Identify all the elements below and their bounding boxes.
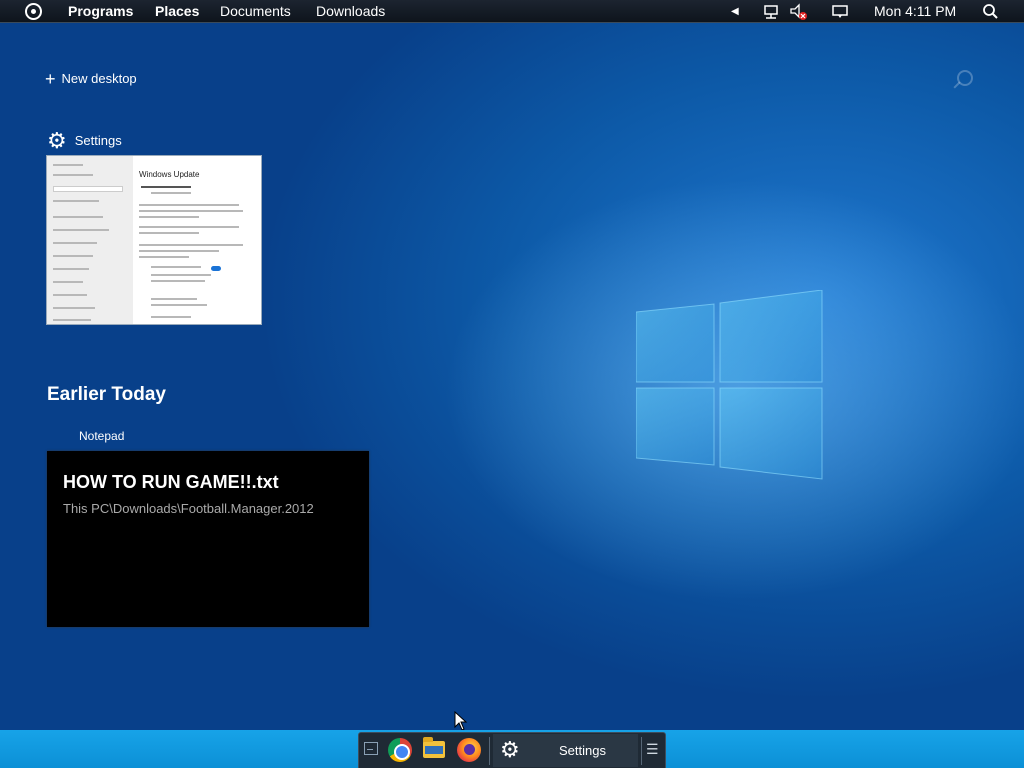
recent-file-name: HOW TO RUN GAME!!.txt (63, 472, 279, 492)
search-icon[interactable] (982, 3, 999, 20)
menu-places[interactable]: Places (155, 3, 199, 19)
recent-file-path: This PC\Downloads\Football.Manager.2012 (63, 501, 314, 516)
overview-search-icon[interactable] (957, 70, 973, 86)
top-panel: Programs Places Documents Downloads ◀ Mo… (0, 0, 1024, 23)
menu-documents[interactable]: Documents (220, 3, 291, 19)
volume-muted-icon[interactable] (789, 3, 809, 21)
new-desktop-label: New desktop (61, 71, 137, 86)
taskbar-task-label: Settings (559, 743, 606, 758)
window-title-settings[interactable]: ⚙ Settings (47, 128, 122, 154)
plus-icon: + (45, 69, 56, 89)
window-title-label: Settings (74, 133, 122, 148)
dock-menu-icon[interactable]: ☰ (646, 741, 659, 758)
notification-icon[interactable] (831, 4, 849, 20)
menu-programs[interactable]: Programs (68, 3, 133, 19)
notepad-recent-item[interactable]: HOW TO RUN GAME!!.txt This PC\Downloads\… (47, 451, 369, 627)
toggle-icon (211, 266, 221, 271)
wallpaper-windows-logo (636, 290, 823, 480)
earlier-today-heading: Earlier Today (47, 384, 166, 405)
notepad-window-title[interactable]: Notepad (79, 429, 124, 443)
arrow-left-icon[interactable]: ◀ (731, 6, 739, 17)
settings-window-preview[interactable]: Windows Update (46, 155, 262, 325)
file-manager-icon[interactable] (423, 737, 445, 758)
new-desktop-button[interactable]: + New desktop (45, 69, 137, 90)
gear-icon: ⚙ (500, 737, 520, 762)
settings-preview-heading: Windows Update (139, 170, 200, 179)
taskbar-settings-button[interactable]: ⚙ Settings (493, 734, 638, 767)
mouse-cursor-icon (454, 711, 468, 731)
gear-icon: ⚙ (47, 128, 67, 153)
clock[interactable]: Mon 4:11 PM (874, 3, 956, 19)
network-icon[interactable] (762, 4, 780, 20)
settings-sidebar (47, 156, 133, 324)
menu-downloads[interactable]: Downloads (316, 3, 385, 19)
firefox-icon[interactable] (457, 738, 481, 762)
chromium-icon[interactable] (388, 738, 412, 762)
app-menu-icon[interactable] (25, 3, 42, 20)
show-desktop-icon[interactable] (364, 742, 378, 755)
